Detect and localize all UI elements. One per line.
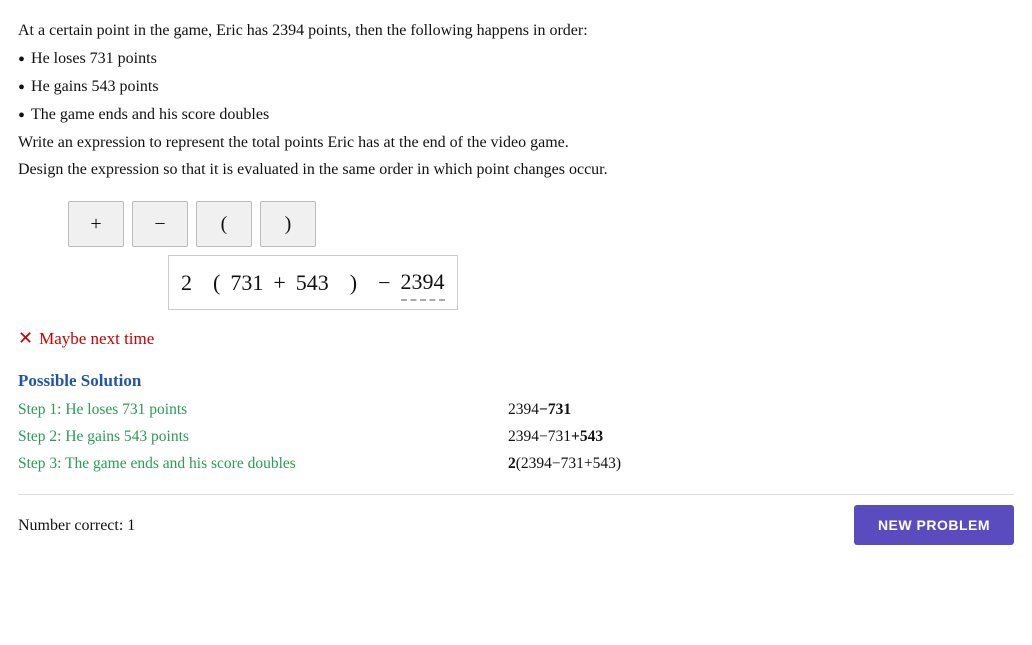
solution-step-3: Step 3: The game ends and his score doub… (18, 452, 1014, 477)
plus-button[interactable]: + (68, 201, 124, 247)
step-1-expr: 2394−731 (508, 398, 571, 423)
problem-instruction1: Write an expression to represent the tot… (18, 130, 1014, 156)
bullet-text-2: He gains 543 points (31, 74, 159, 100)
bullet-1: • He loses 731 points (18, 46, 1014, 74)
expr-token-3: + (273, 265, 285, 300)
step-3-expr: 2(2394−731+543) (508, 452, 621, 477)
expr-token-1: ( (202, 265, 220, 300)
bullet-text-1: He loses 731 points (31, 46, 157, 72)
open-paren-button[interactable]: ( (196, 201, 252, 247)
bullet-2: • He gains 543 points (18, 74, 1014, 102)
bullet-dot-2: • (18, 74, 25, 102)
problem-text: At a certain point in the game, Eric has… (18, 18, 1014, 183)
expr-token-0: 2 (181, 265, 192, 300)
solution-steps: Step 1: He loses 731 points 2394−731 Ste… (18, 398, 1014, 476)
solution-section: Possible Solution Step 1: He loses 731 p… (18, 367, 1014, 477)
feedback-wrong: ✕ Maybe next time (18, 324, 1014, 353)
expr-token-7: 2394 (401, 264, 445, 301)
operator-row: + − ( ) (68, 201, 1014, 247)
step-3-desc: Step 3: The game ends and his score doub… (18, 452, 508, 477)
expr-token-5: ) (339, 265, 357, 300)
step-2-expr: 2394−731+543 (508, 425, 603, 450)
expr-token-2: 731 (230, 265, 263, 300)
bullet-dot-3: • (18, 102, 25, 130)
problem-instruction2: Design the expression so that it is eval… (18, 157, 1014, 183)
expression-display: 2 ( 731 + 543 ) − 2394 (168, 255, 458, 310)
step-2-desc: Step 2: He gains 543 points (18, 425, 508, 450)
wrong-icon: ✕ (18, 324, 33, 353)
wrong-text: Maybe next time (39, 325, 154, 352)
minus-button[interactable]: − (132, 201, 188, 247)
number-correct-label: Number correct: 1 (18, 513, 135, 539)
expr-token-6: − (367, 265, 390, 300)
bullet-3: • The game ends and his score doubles (18, 102, 1014, 130)
new-problem-button[interactable]: NEW PROBLEM (854, 505, 1014, 545)
close-paren-button[interactable]: ) (260, 201, 316, 247)
solution-step-2: Step 2: He gains 543 points 2394−731+543 (18, 425, 1014, 450)
solution-title: Possible Solution (18, 367, 1014, 394)
bullet-dot-1: • (18, 46, 25, 74)
solution-step-1: Step 1: He loses 731 points 2394−731 (18, 398, 1014, 423)
expr-token-4: 543 (296, 265, 329, 300)
problem-intro: At a certain point in the game, Eric has… (18, 18, 1014, 44)
footer: Number correct: 1 NEW PROBLEM (18, 494, 1014, 545)
step-1-desc: Step 1: He loses 731 points (18, 398, 508, 423)
bullet-text-3: The game ends and his score doubles (31, 102, 269, 128)
